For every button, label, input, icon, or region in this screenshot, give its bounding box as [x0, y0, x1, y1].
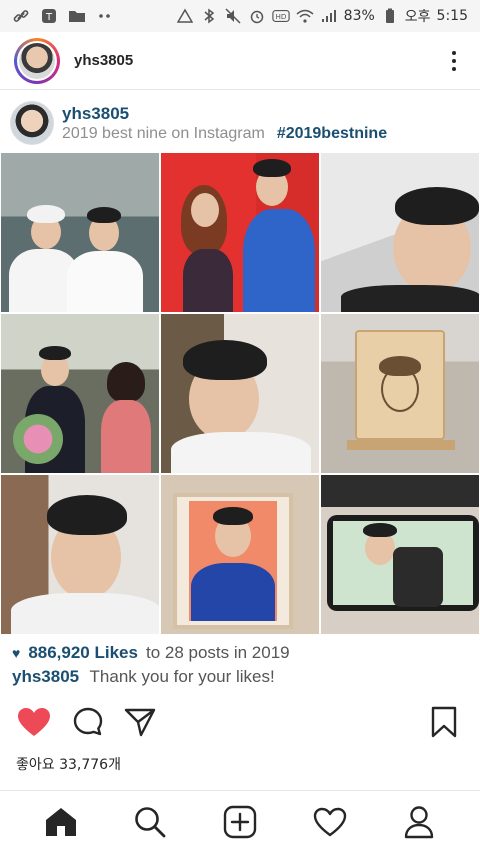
avatar: [19, 42, 55, 79]
camera-gimbal: [393, 547, 443, 607]
grid-photo: [0, 474, 160, 635]
post-image-header: yhs3805 2019 best nine on Instagram #2019…: [10, 100, 470, 146]
wifi-icon: [296, 7, 314, 25]
profile-header: yhs3805: [0, 32, 480, 90]
svg-text:HD: HD: [275, 12, 286, 21]
grid-photo: [160, 313, 320, 474]
grid-photo: [0, 152, 160, 313]
grid-photo: [160, 474, 320, 635]
link-icon: [12, 7, 30, 25]
battery-icon: [381, 7, 399, 25]
person-hair: [87, 207, 121, 223]
likes-suffix: to 28 posts in 2019: [145, 643, 290, 662]
likes-count-korean[interactable]: 좋아요 33,776개: [16, 754, 121, 774]
bottom-navigation: [0, 790, 480, 853]
header-username[interactable]: yhs3805: [74, 52, 133, 69]
person-hair: [39, 346, 71, 360]
person-hair: [47, 495, 127, 535]
svg-text:T: T: [45, 12, 53, 23]
hd-icon: HD: [271, 7, 290, 25]
more-notifications-icon: [96, 7, 114, 25]
alarm-icon: [248, 7, 266, 25]
post-avatar: [10, 101, 54, 145]
person-shirt: [341, 285, 479, 312]
small-heart-icon: ♥: [12, 645, 21, 661]
heart-filled-icon: [18, 708, 50, 736]
save-button[interactable]: [426, 704, 462, 740]
likes-summary: ♥ 886,920 Likes to 28 posts in 2019: [12, 643, 290, 663]
person-shirt: [67, 251, 143, 312]
person-hair: [183, 340, 267, 380]
status-bar: T HD 83% 오후 5:15: [0, 0, 480, 32]
flower-bouquet: [13, 414, 63, 464]
grid-photo: [320, 152, 480, 313]
time-ampm: 오후: [404, 9, 431, 25]
grid-photo: [320, 313, 480, 474]
folder-icon: [68, 7, 86, 25]
dot: [452, 58, 456, 63]
subtitle-text: 2019 best nine on Instagram: [62, 124, 265, 142]
grid-photo: [0, 313, 160, 474]
person-shirt: [243, 209, 315, 312]
person-shirt: [191, 563, 275, 621]
send-icon: [124, 708, 156, 737]
comment-icon: [73, 707, 103, 736]
post-image-username: yhs3805: [62, 103, 130, 123]
image-caption: yhs3805 Thank you for your likes!: [12, 667, 275, 687]
dot: [452, 50, 456, 55]
nav-search[interactable]: [130, 802, 170, 842]
person-hair: [107, 362, 145, 402]
person-hair: [395, 187, 479, 225]
bluetooth-icon: [200, 7, 218, 25]
grid-photo: [320, 474, 480, 635]
profile-icon: [404, 806, 434, 839]
person-hair: [253, 159, 291, 177]
grid-photo: [160, 152, 320, 313]
person-face: [191, 193, 219, 227]
person-hair: [213, 507, 253, 525]
person-shirt: [11, 593, 159, 634]
time: 5:15: [436, 8, 468, 24]
easel: [347, 440, 455, 450]
portrait-hair: [379, 356, 421, 376]
post-image-subtitle: 2019 best nine on Instagram #2019bestnine: [62, 125, 387, 143]
signal-icon: [320, 7, 338, 25]
person-shirt: [101, 400, 151, 473]
add-post-icon: [223, 805, 257, 839]
comment-button[interactable]: [70, 704, 106, 740]
best-nine-grid[interactable]: [0, 152, 480, 635]
nav-activity[interactable]: [310, 802, 350, 842]
search-icon: [135, 807, 166, 838]
caption-text: Thank you for your likes!: [89, 667, 275, 686]
battery-percent: 83%: [343, 8, 375, 24]
home-icon: [45, 808, 76, 836]
post-actions: [0, 700, 480, 746]
caption-username: yhs3805: [12, 667, 80, 686]
person-hair: [363, 523, 397, 537]
mute-icon: [224, 7, 242, 25]
text-app-icon: T: [40, 7, 58, 25]
story-avatar[interactable]: [14, 37, 60, 84]
share-button[interactable]: [122, 704, 158, 740]
like-button[interactable]: [16, 704, 52, 740]
person-hat: [27, 205, 65, 223]
person-shirt: [183, 249, 233, 312]
person-shirt: [171, 432, 311, 473]
nav-home[interactable]: [41, 802, 81, 842]
nav-profile[interactable]: [399, 802, 439, 842]
likes-count: 886,920 Likes: [28, 643, 138, 662]
data-saver-icon: [176, 7, 194, 25]
hashtag: #2019bestnine: [276, 124, 388, 142]
bookmark-icon: [431, 706, 457, 738]
heart-icon: [313, 807, 346, 837]
more-options-button[interactable]: [442, 46, 466, 76]
nav-add-post[interactable]: [220, 802, 260, 842]
dot: [452, 66, 456, 71]
